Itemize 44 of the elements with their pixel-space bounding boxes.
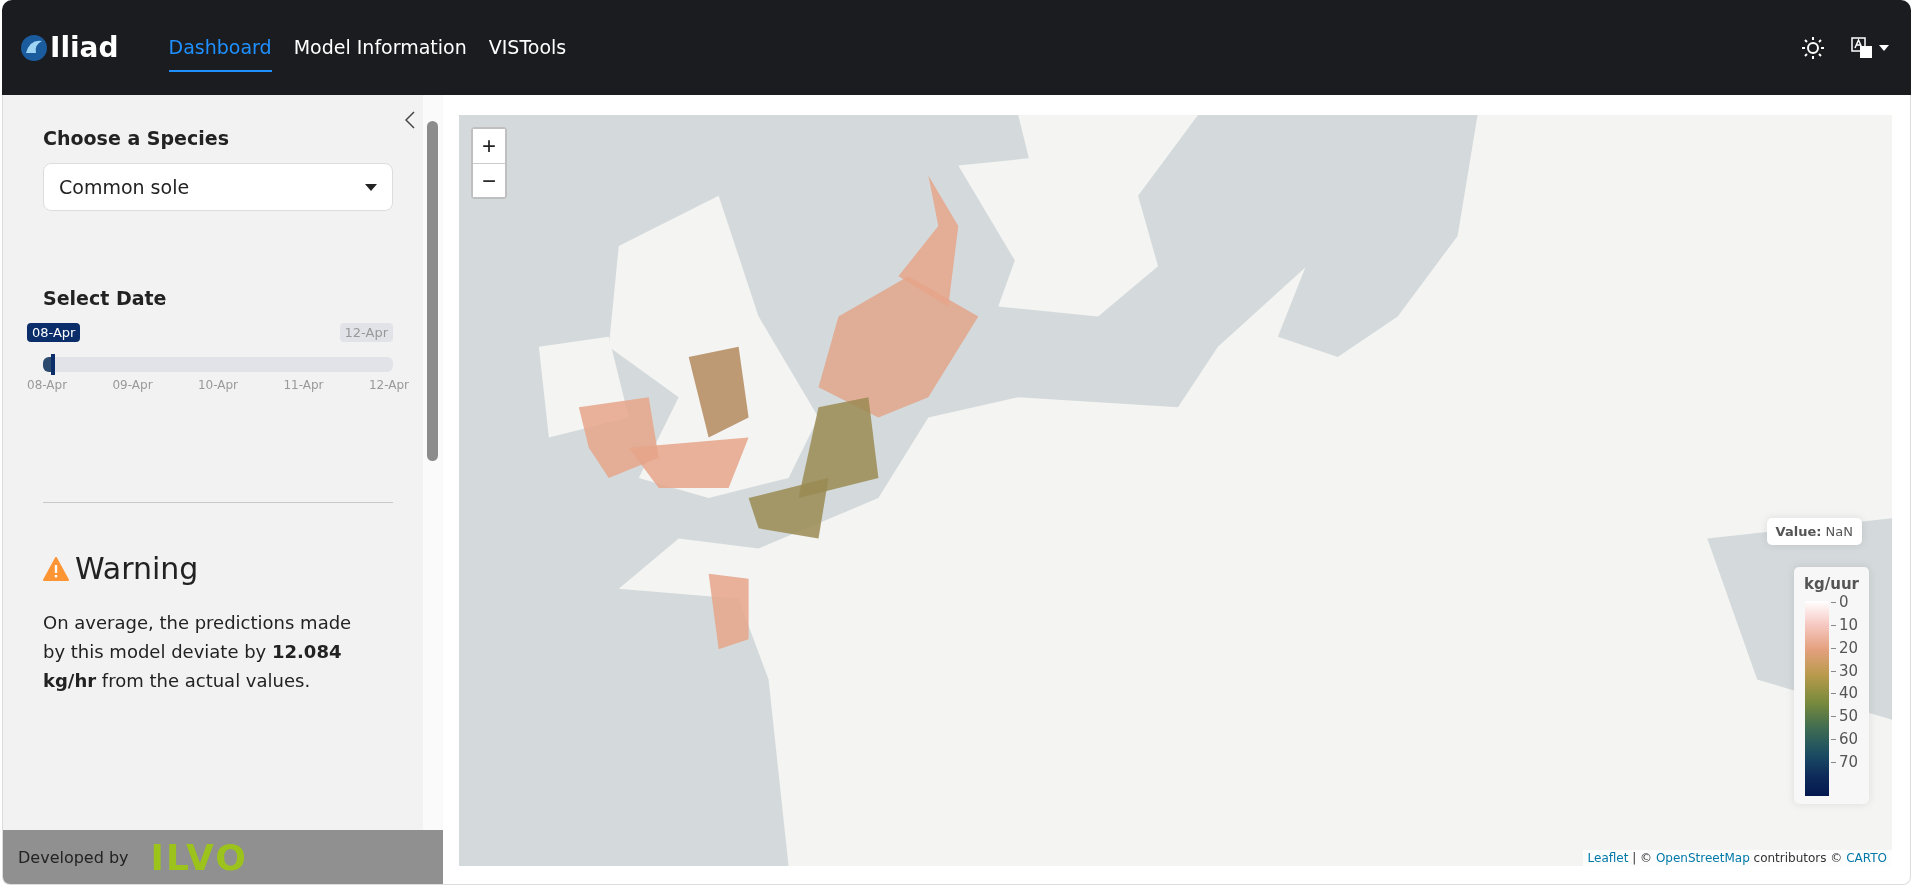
slider-value-label: 08-Apr — [27, 323, 81, 342]
warning-icon — [43, 556, 69, 581]
zoom-out-button[interactable]: − — [473, 163, 505, 197]
caret-icon — [1879, 44, 1889, 51]
warning-text: On average, the predictions made by this model deviate by 12.084 kg/hr from the actual values. — [43, 611, 353, 693]
value-info: Value: NaN — [1766, 518, 1862, 545]
attribution-text: contributors © — [1752, 851, 1844, 865]
legend-tick: 30 — [1830, 663, 1859, 679]
warning-title: Warning — [75, 551, 199, 586]
species-label: Choose a Species — [43, 127, 230, 149]
slider-tick-label: 11-Apr — [283, 378, 324, 392]
legend-tick: 50 — [1830, 709, 1859, 725]
slider-tick-label: 12-Apr — [368, 378, 409, 392]
slider-tick-label: 10-Apr — [197, 378, 239, 392]
slider-handle[interactable] — [51, 354, 55, 375]
legend-tick: 10 — [1830, 617, 1859, 633]
species-select[interactable]: Common sole — [43, 163, 393, 211]
attribution-link[interactable]: OpenStreetMap — [1655, 851, 1750, 865]
legend-tick: 60 — [1830, 732, 1859, 748]
brand-logo: ILVO — [150, 836, 248, 878]
legend-title: kg/uur — [1804, 575, 1859, 593]
slider-tick-label: 08-Apr — [27, 378, 68, 392]
nav-tab[interactable]: Dashboard — [168, 23, 272, 72]
translate-icon — [1851, 36, 1873, 59]
date-slider-track[interactable] — [43, 357, 393, 372]
legend-tick: 40 — [1830, 686, 1859, 702]
chevron-left-icon — [405, 111, 415, 129]
footer-text: Developed by — [18, 847, 129, 867]
attribution-text: | © — [1631, 851, 1654, 865]
wave-logo-icon — [20, 32, 48, 63]
legend-tick: 20 — [1830, 640, 1859, 656]
attribution-link[interactable]: CARTO — [1846, 851, 1887, 865]
date-label: Select Date — [43, 287, 168, 309]
nav-tab[interactable]: Model Information — [293, 23, 467, 72]
nav-tab[interactable]: VISTools — [488, 23, 567, 72]
app-logo: Iliad — [50, 31, 119, 64]
attribution-link[interactable]: Leaflet — [1587, 851, 1629, 865]
slider-tick-label: 09-Apr — [112, 378, 153, 392]
slider-max-label: 12-Apr — [339, 323, 393, 342]
caret-icon — [365, 183, 377, 191]
scrollbar[interactable] — [423, 95, 443, 830]
legend-tick: 0 — [1830, 595, 1859, 610]
legend-tick: 70 — [1830, 754, 1859, 770]
sun-icon — [1801, 35, 1825, 60]
